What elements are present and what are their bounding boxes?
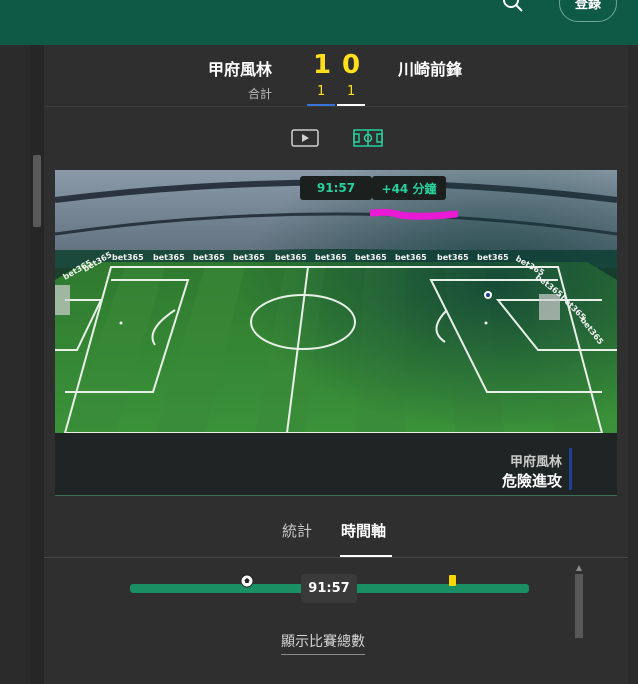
video-icon[interactable] <box>291 129 319 147</box>
left-rail <box>0 45 30 684</box>
total-label: 合計 <box>248 87 273 101</box>
home-score: 1 <box>313 50 332 80</box>
tab-timeline[interactable]: 時間軸 <box>341 520 386 541</box>
goal-ball-icon[interactable] <box>240 574 254 588</box>
away-score: 0 <box>342 50 361 80</box>
right-rail <box>628 45 638 684</box>
svg-text:bet365: bet365 <box>233 253 265 262</box>
svg-text:bet365: bet365 <box>355 253 387 262</box>
pitch-icon[interactable] <box>353 129 383 147</box>
event-team-color-bar <box>569 448 572 490</box>
tabs-divider <box>44 557 628 558</box>
login-button[interactable]: 登錄 <box>559 0 617 22</box>
page-scrollbar-thumb[interactable] <box>33 155 41 227</box>
svg-text:bet365: bet365 <box>193 253 225 262</box>
away-team-name: 川崎前鋒 <box>398 60 463 79</box>
event-team-name: 甲府風林 <box>509 455 562 470</box>
scroll-up-arrow-icon[interactable] <box>576 565 582 571</box>
svg-text:bet365: bet365 <box>153 253 185 262</box>
home-total[interactable]: 1 <box>317 84 325 99</box>
home-team-name: 甲府風林 <box>208 60 273 79</box>
home-total-underline <box>307 104 335 106</box>
match-clock: 91:57 <box>300 176 372 200</box>
svg-text:bet365: bet365 <box>395 253 427 262</box>
timeline-current-time: 91:57 <box>301 574 357 603</box>
scoreboard <box>44 45 628 107</box>
page-scrollbar-track[interactable] <box>30 45 44 684</box>
visualization-divider <box>55 495 617 496</box>
highlight-mark <box>370 208 458 220</box>
match-visualization[interactable]: bet365 bet365 bet365 bet365 bet365 bet36… <box>55 170 617 496</box>
svg-text:bet365: bet365 <box>315 253 347 262</box>
show-match-totals-link[interactable]: 顯示比賽總數 <box>281 631 365 655</box>
tab-stats[interactable]: 統計 <box>282 520 312 541</box>
away-total[interactable]: 1 <box>347 84 355 99</box>
timeline-scrollbar-thumb[interactable] <box>575 574 583 638</box>
yellow-card-icon[interactable] <box>449 575 456 586</box>
search-icon[interactable] <box>500 0 524 14</box>
svg-text:bet365: bet365 <box>477 253 509 262</box>
added-time-badge: +44 分鐘 <box>372 176 446 200</box>
svg-text:bet365: bet365 <box>275 253 307 262</box>
svg-text:bet365: bet365 <box>437 253 469 262</box>
stadium-pitch: bet365 bet365 bet365 bet365 bet365 bet36… <box>55 170 617 496</box>
top-bar: 登錄 <box>0 0 638 45</box>
event-description: 危險進攻 <box>501 472 562 490</box>
svg-text:bet365: bet365 <box>112 253 144 262</box>
away-total-underline <box>337 104 365 106</box>
